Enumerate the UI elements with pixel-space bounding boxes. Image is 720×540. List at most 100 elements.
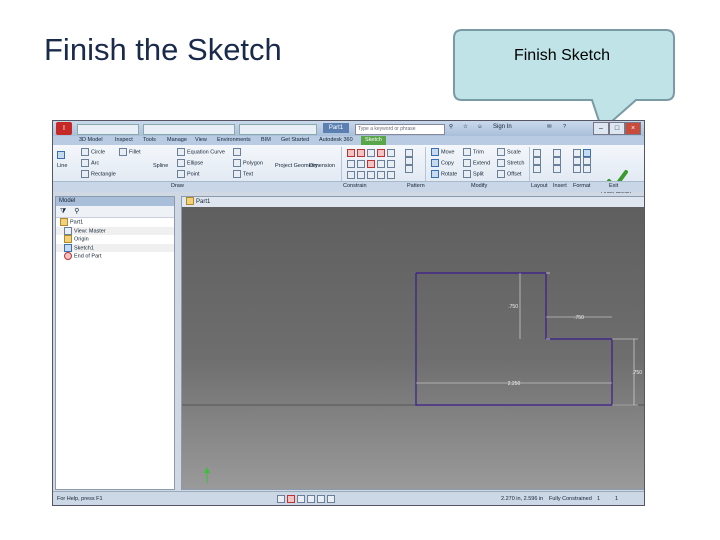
graphics-window[interactable]: Part1 .750 .750 .750 2.250	[181, 196, 644, 490]
sign-in-link[interactable]: Sign In	[493, 124, 512, 130]
equation-curve-label: Equation Curve	[187, 149, 225, 156]
tab-tools[interactable]: Tools	[143, 136, 156, 145]
rotate-button[interactable]: Rotate	[431, 170, 457, 178]
status-help-text: For Help, press F1	[57, 496, 103, 502]
model-browser: Model ⧩ ⚲ Part1 View: Master Origin Sket…	[55, 196, 175, 490]
exchange-icon[interactable]: ✉	[547, 124, 552, 130]
polygon-tool-button[interactable]: Polygon	[233, 159, 263, 167]
tab-manage[interactable]: Manage	[167, 136, 187, 145]
close-window-button[interactable]: ×	[625, 122, 641, 135]
fillet-2-button[interactable]	[233, 148, 243, 156]
application-menu-button[interactable]: I	[56, 122, 72, 135]
status-count-b: 1	[615, 496, 619, 502]
ellipse-tool-button[interactable]: Ellipse	[177, 159, 203, 167]
offset-button[interactable]: Offset	[497, 170, 522, 178]
minimize-button[interactable]: –	[593, 122, 609, 135]
arc-tool-button[interactable]: Arc	[81, 159, 99, 167]
sketch-canvas[interactable]: .750 .750 .750 2.250	[182, 207, 644, 489]
line-tool-button[interactable]: Line	[57, 163, 67, 169]
text-tool-button[interactable]: Text	[233, 170, 253, 178]
end-of-part-icon	[64, 252, 72, 260]
inventor-window: I Part1 Type a keyword or phrase ⚲ ☆ ☺ S…	[52, 120, 645, 506]
move-button[interactable]: Move	[431, 148, 454, 156]
copy-button[interactable]: Copy	[431, 159, 454, 167]
fillet-tool-button[interactable]: Fillet	[119, 148, 141, 156]
stretch-button[interactable]: Stretch	[497, 159, 524, 167]
status-coordinates: 2.270 in, 2.596 in	[501, 496, 544, 502]
dim-step-width[interactable]: .750	[574, 315, 584, 321]
group-constrain-label[interactable]: Constrain	[343, 183, 367, 189]
tab-view[interactable]: View	[195, 136, 207, 145]
tree-item-origin[interactable]: Origin	[56, 235, 174, 244]
slide-title: Finish the Sketch	[44, 32, 282, 67]
tab-sketch[interactable]: Sketch	[361, 136, 386, 145]
point-label: Point	[187, 171, 200, 178]
browser-header[interactable]: Model	[56, 197, 174, 206]
tree-item-label: Part1	[70, 219, 84, 226]
coordinate-triad-icon	[204, 467, 210, 483]
search-icon[interactable]: ⚲	[449, 124, 453, 130]
dimension-button[interactable]: Dimension	[309, 163, 335, 169]
split-label: Split	[473, 171, 484, 178]
tree-item-part[interactable]: Part1	[56, 218, 174, 227]
appearance-selector[interactable]	[239, 124, 317, 135]
tab-3d-model[interactable]: 3D Model	[79, 136, 103, 145]
tree-item-label: End of Part	[74, 253, 102, 260]
document-tab[interactable]: Part1	[182, 197, 644, 207]
user-icon[interactable]: ☺	[477, 124, 483, 130]
constraint-icons[interactable]	[347, 149, 397, 157]
spline-tool-button[interactable]: Spline	[153, 163, 168, 169]
document-tab-label: Part1	[196, 199, 211, 205]
dim-right-height[interactable]: .750	[632, 370, 642, 376]
rectangle-label: Rectangle	[91, 171, 116, 178]
tree-item-end-of-part[interactable]: End of Part	[56, 252, 174, 261]
tab-get-started[interactable]: Get Started	[281, 136, 309, 145]
tab-inspect[interactable]: Inspect	[115, 136, 133, 145]
dim-left-height[interactable]: .750	[508, 304, 518, 310]
tab-environments[interactable]: Environments	[217, 136, 251, 145]
pattern-icons[interactable]	[405, 149, 415, 173]
split-button[interactable]: Split	[463, 170, 484, 178]
group-layout-label: Layout	[531, 183, 548, 189]
fillet-label: Fillet	[129, 149, 141, 156]
status-toolbar-icons[interactable]	[277, 492, 337, 505]
group-pattern-label: Pattern	[407, 183, 425, 189]
status-count-a: 1	[597, 496, 601, 502]
scale-button[interactable]: Scale	[497, 148, 521, 156]
group-format-label[interactable]: Format	[573, 183, 590, 189]
trim-button[interactable]: Trim	[463, 148, 484, 156]
dim-total-width[interactable]: 2.250	[508, 381, 521, 387]
extend-button[interactable]: Extend	[463, 159, 490, 167]
group-draw-label[interactable]: Draw	[171, 183, 184, 189]
part-icon	[60, 218, 68, 226]
title-bar: I Part1 Type a keyword or phrase ⚲ ☆ ☺ S…	[53, 121, 644, 136]
maximize-button[interactable]: □	[609, 122, 625, 135]
line-tool-icon[interactable]	[57, 151, 67, 159]
circle-tool-button[interactable]: Circle	[81, 148, 105, 156]
tab-autodesk-360[interactable]: Autodesk 360	[319, 136, 353, 145]
equation-curve-button[interactable]: Equation Curve	[177, 148, 225, 156]
insert-icons[interactable]	[553, 149, 563, 173]
group-insert-label: Insert	[553, 183, 567, 189]
status-constraint: Fully Constrained	[549, 496, 592, 502]
find-icon[interactable]: ⚲	[74, 208, 79, 215]
point-tool-button[interactable]: Point	[177, 170, 200, 178]
ribbon-tabs: 3D Model Inspect Tools Manage View Envir…	[53, 136, 644, 145]
stretch-label: Stretch	[507, 160, 525, 167]
search-input[interactable]: Type a keyword or phrase	[355, 124, 445, 135]
constraint-icons-2[interactable]	[347, 160, 397, 168]
scale-label: Scale	[507, 149, 521, 156]
tree-item-view[interactable]: View: Master	[56, 226, 174, 235]
constraint-icons-3[interactable]	[347, 171, 397, 179]
help-icon[interactable]: ?	[563, 124, 566, 130]
tree-item-sketch[interactable]: Sketch1	[56, 243, 174, 252]
tab-bim[interactable]: BIM	[261, 136, 271, 145]
ribbon-group-labels: Draw Constrain Pattern Modify Layout Ins…	[53, 181, 644, 192]
layout-icons[interactable]	[533, 149, 543, 173]
rectangle-tool-button[interactable]: Rectangle	[81, 170, 116, 178]
quick-access-toolbar-2[interactable]	[143, 124, 235, 135]
quick-access-toolbar[interactable]	[77, 124, 139, 135]
filter-icon[interactable]: ⧩	[60, 208, 66, 215]
format-icons[interactable]	[573, 149, 593, 173]
star-icon[interactable]: ☆	[463, 124, 468, 130]
